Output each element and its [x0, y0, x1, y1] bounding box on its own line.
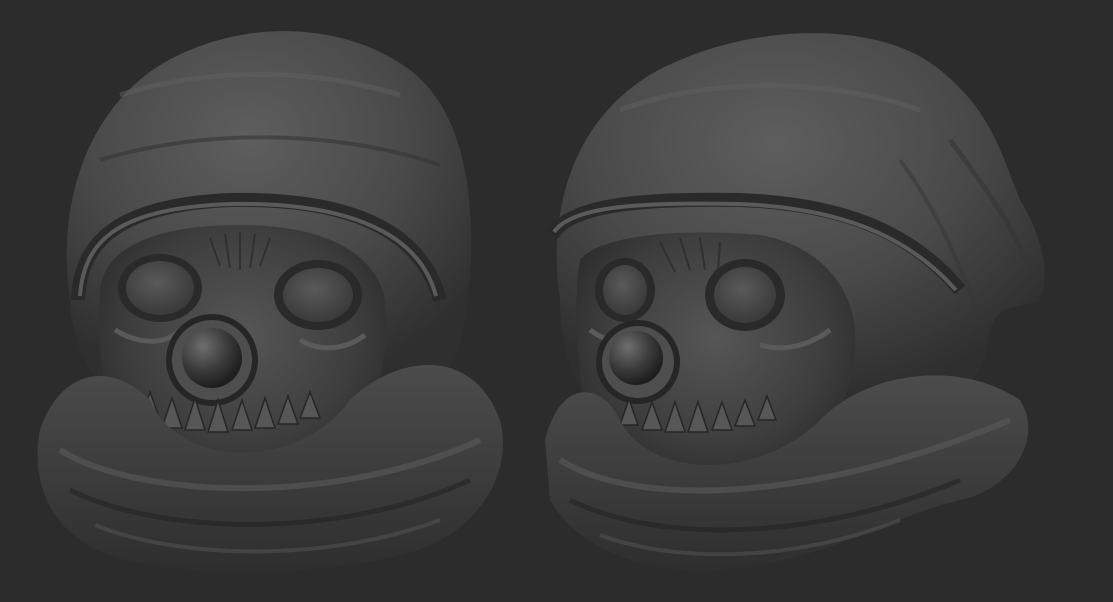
- sculpt-render: [37, 31, 1045, 572]
- viewport-canvas: [0, 0, 1113, 602]
- front-view: [37, 31, 503, 572]
- three-quarter-view: [545, 33, 1045, 571]
